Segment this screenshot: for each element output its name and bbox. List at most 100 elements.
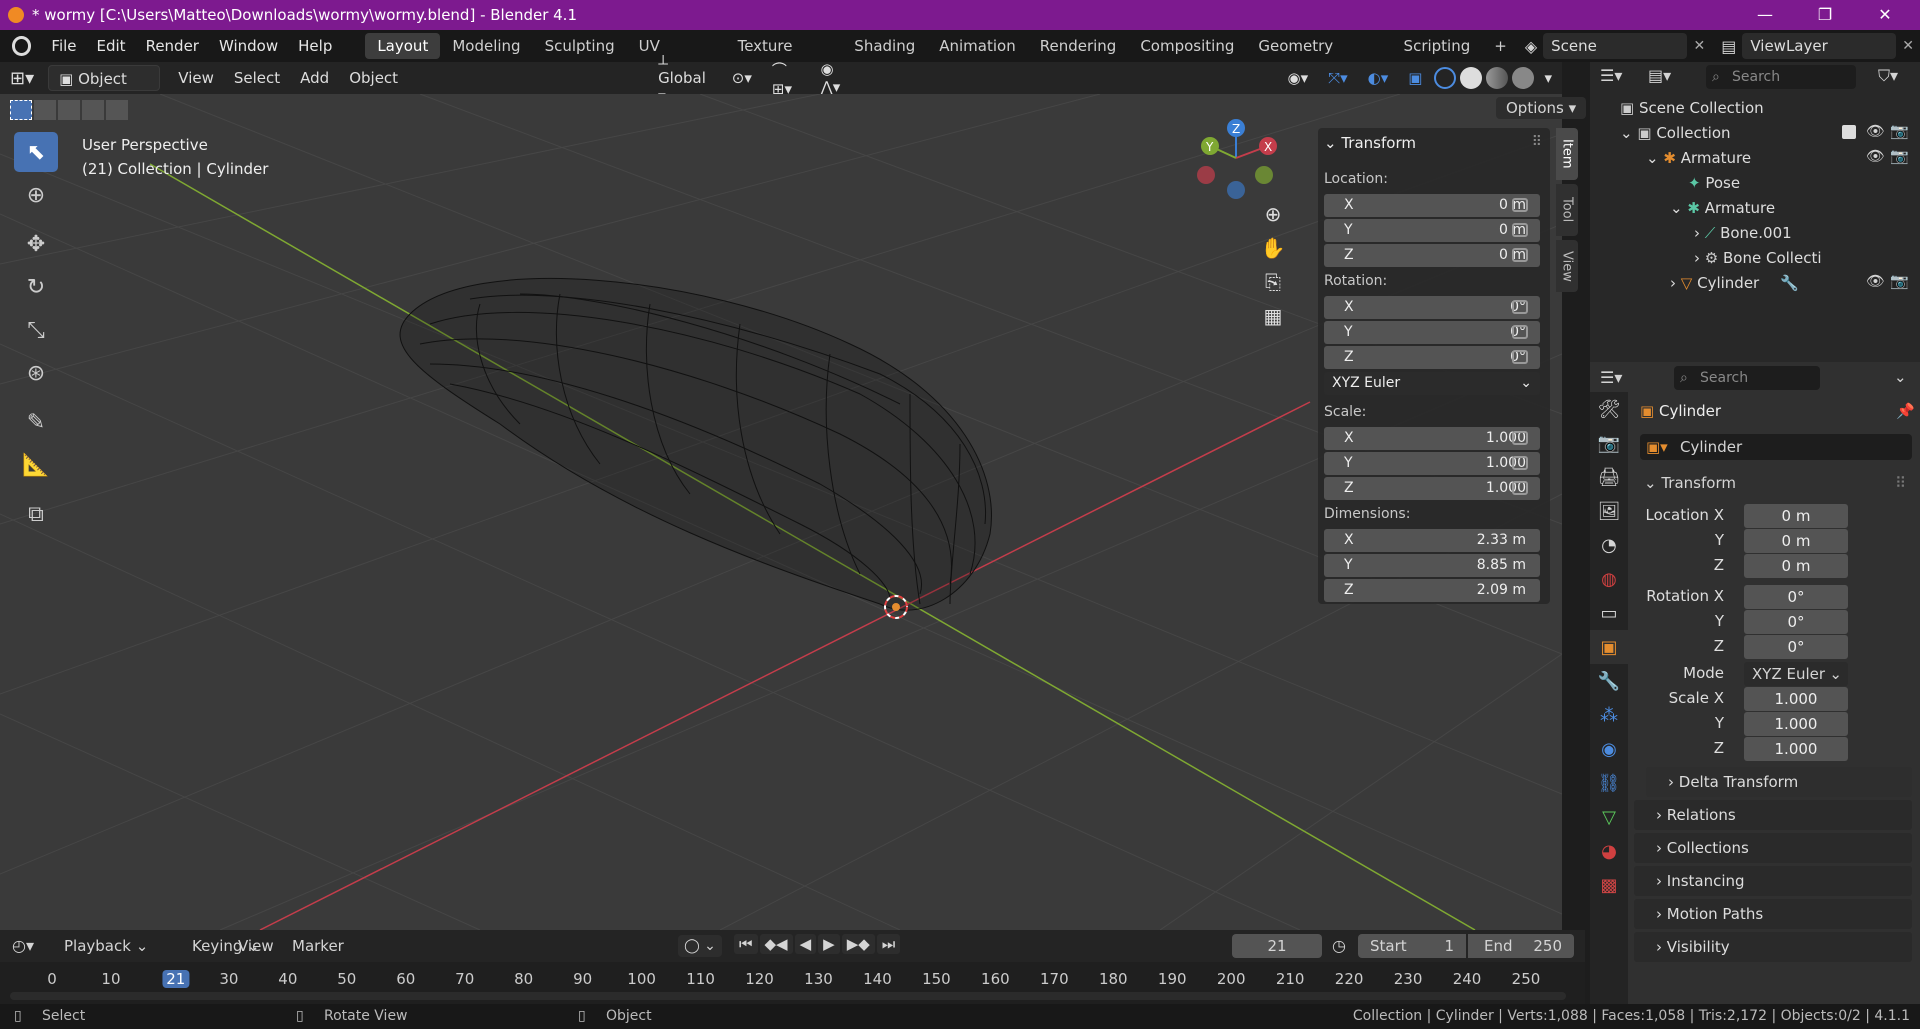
transform-panel-header[interactable]: ⌄ Transform [1324, 134, 1416, 152]
rotation-x-field[interactable]: X 0° [1324, 296, 1540, 319]
preview-range-icon[interactable]: ◷ [1332, 936, 1346, 955]
rotation-mode-selector[interactable]: XYZ Euler ⌄ [1744, 662, 1848, 686]
lock-rotation-y-icon[interactable] [1512, 325, 1528, 339]
rendered-shading-icon[interactable] [1512, 67, 1535, 89]
current-frame-field[interactable]: 21 [1232, 934, 1322, 958]
snap-icon[interactable]: ⌒ ⊞▾ [762, 59, 811, 98]
menu-file[interactable]: File [41, 37, 86, 55]
lock-rotation-z-icon[interactable] [1512, 350, 1528, 364]
measure-tool-icon[interactable]: 📐 [14, 445, 58, 485]
select-box-tool-icon[interactable]: ⬉ [14, 132, 58, 172]
properties-search-input[interactable]: ⌕ Search [1674, 366, 1820, 390]
annotate-tool-icon[interactable]: ✎ [14, 402, 58, 442]
scale-tool-icon[interactable]: ⤡ [14, 310, 58, 350]
next-keyframe-icon[interactable]: ▶◆ [841, 934, 875, 954]
playback-menu[interactable]: Playback ⌄ [64, 937, 148, 955]
instancing-section[interactable]: › Instancing [1634, 866, 1912, 896]
exclude-checkbox[interactable] [1842, 125, 1856, 139]
rotation-mode-dropdown[interactable]: XYZ Euler ⌄ [1324, 372, 1540, 395]
jump-start-icon[interactable]: ⏮ [734, 934, 758, 954]
visibility-section[interactable]: › Visibility [1634, 932, 1912, 962]
tab-sculpting[interactable]: Sculpting [533, 33, 627, 59]
select-invert-icon[interactable] [82, 100, 104, 120]
close-view-layer-icon[interactable]: ✕ [1902, 38, 1914, 54]
outliner-item-pose[interactable]: ✦ Pose [1688, 171, 1740, 195]
move-tool-icon[interactable]: ✥ [14, 224, 58, 264]
select-intersect-icon[interactable] [106, 100, 128, 120]
close-scene-icon[interactable]: ✕ [1693, 38, 1705, 54]
add-cube-tool-icon[interactable]: ⧉ [14, 494, 58, 534]
world-properties-icon[interactable]: ◍ [1590, 562, 1628, 596]
prop-location-z-field[interactable]: 0 m [1744, 554, 1848, 578]
lock-location-y-icon[interactable] [1512, 223, 1528, 237]
view-layer-selector[interactable]: ViewLayer [1742, 33, 1897, 59]
prop-rotation-y-field[interactable]: 0° [1744, 610, 1848, 634]
cursor-tool-icon[interactable]: ⊕ [14, 175, 58, 215]
prop-scale-z-field[interactable]: 1.000 [1744, 737, 1848, 761]
navigation-gizmo[interactable]: Z Y X [1190, 116, 1280, 206]
prop-rotation-z-field[interactable]: 0° [1744, 635, 1848, 659]
menu-add[interactable]: Add [290, 69, 339, 87]
collections-section[interactable]: › Collections [1634, 833, 1912, 863]
pan-hand-icon[interactable]: ✋ [1261, 236, 1286, 260]
rotation-z-field[interactable]: Z 0° [1324, 346, 1540, 369]
pin-icon[interactable]: 📌 [1896, 402, 1915, 420]
lock-scale-x-icon[interactable] [1512, 431, 1528, 445]
prop-location-y-field[interactable]: 0 m [1744, 529, 1848, 553]
ortho-grid-icon[interactable]: ▦ [1264, 304, 1283, 328]
pivot-icon[interactable]: ⊙▾ [722, 69, 762, 87]
scale-z-field[interactable]: Z 1.000 [1324, 477, 1540, 500]
menu-select[interactable]: Select [224, 69, 290, 87]
menu-view[interactable]: View [168, 69, 224, 87]
lock-location-z-icon[interactable] [1512, 248, 1528, 262]
tab-rendering[interactable]: Rendering [1028, 33, 1129, 59]
location-z-field[interactable]: Z0 m [1324, 244, 1540, 267]
maximize-button[interactable]: ❐ [1800, 0, 1850, 30]
close-button[interactable]: ✕ [1860, 0, 1910, 30]
add-workspace-button[interactable]: + [1482, 33, 1519, 59]
physics-properties-icon[interactable]: ◉ [1590, 732, 1628, 766]
select-new-icon[interactable] [10, 100, 32, 120]
particles-properties-icon[interactable]: ⁂ [1590, 698, 1628, 732]
marker-menu[interactable]: Marker [292, 937, 344, 955]
rotate-tool-icon[interactable]: ↻ [14, 267, 58, 307]
tab-tool[interactable]: Tool [1556, 184, 1578, 236]
auto-keying-toggle-icon[interactable]: ◯ ⌄ [678, 935, 722, 957]
motion-paths-section[interactable]: › Motion Paths [1634, 899, 1912, 929]
visibility-eye-icon[interactable]: 👁 [1866, 272, 1885, 290]
scale-y-field[interactable]: Y 1.000 [1324, 452, 1540, 475]
outliner-item-collection[interactable]: ⌄ ▣ Collection [1620, 121, 1731, 145]
object-name-field[interactable]: ▣▾ Cylinder [1640, 434, 1912, 460]
tab-item[interactable]: Item [1556, 128, 1578, 180]
tool-properties-icon[interactable]: 🛠 [1590, 392, 1628, 426]
relations-section[interactable]: › Relations [1634, 800, 1912, 830]
tab-compositing[interactable]: Compositing [1128, 33, 1246, 59]
timeline-scrollbar[interactable] [10, 992, 1566, 1000]
outliner-search-input[interactable]: ⌕ Search [1706, 65, 1856, 89]
timeline[interactable]: 0 10 21 30 40 50 60 70 80 90 100 110 120 130 140 150 160… [0, 962, 1585, 1004]
scene-selector[interactable]: Scene [1543, 33, 1688, 59]
outliner-item-bone-collection[interactable]: › ⚙ Bone Collecti [1694, 246, 1822, 270]
filter-icon[interactable]: ⛉▾ [1878, 66, 1898, 86]
render-camera-icon[interactable]: 📷 [1890, 147, 1909, 165]
transform-section-header[interactable]: ⌄ Transform ⠿ [1634, 468, 1912, 498]
wireframe-shading-icon[interactable] [1434, 67, 1457, 89]
display-mode-icon[interactable]: ▤▾ [1648, 66, 1671, 85]
menu-render[interactable]: Render [136, 37, 209, 55]
gizmo-toggle-icon[interactable]: ⤧▾ [1318, 69, 1358, 87]
prop-scale-y-field[interactable]: 1.000 [1744, 712, 1848, 736]
prop-location-x-field[interactable]: 0 m [1744, 504, 1848, 528]
lock-scale-z-icon[interactable] [1512, 481, 1528, 495]
dimensions-y-field[interactable]: Y 8.85 m [1324, 554, 1540, 577]
delta-transform-section[interactable]: › Delta Transform [1646, 767, 1912, 797]
tab-view[interactable]: View [1556, 240, 1578, 292]
dimensions-z-field[interactable]: Z 2.09 m [1324, 579, 1540, 602]
panel-drag-icon[interactable]: ⠿ [1532, 134, 1542, 150]
properties-editor-icon[interactable]: ☰▾ [1600, 368, 1622, 387]
proportional-edit-icon[interactable]: ◉ ⋀▾ [810, 60, 857, 96]
dimensions-x-field[interactable]: X 2.33 m [1324, 529, 1540, 552]
select-subtract-icon[interactable] [58, 100, 80, 120]
outliner-item-cylinder[interactable]: › ▽ Cylinder 🔧 [1670, 271, 1799, 295]
select-extend-icon[interactable] [34, 100, 56, 120]
lock-location-x-icon[interactable] [1512, 198, 1528, 212]
